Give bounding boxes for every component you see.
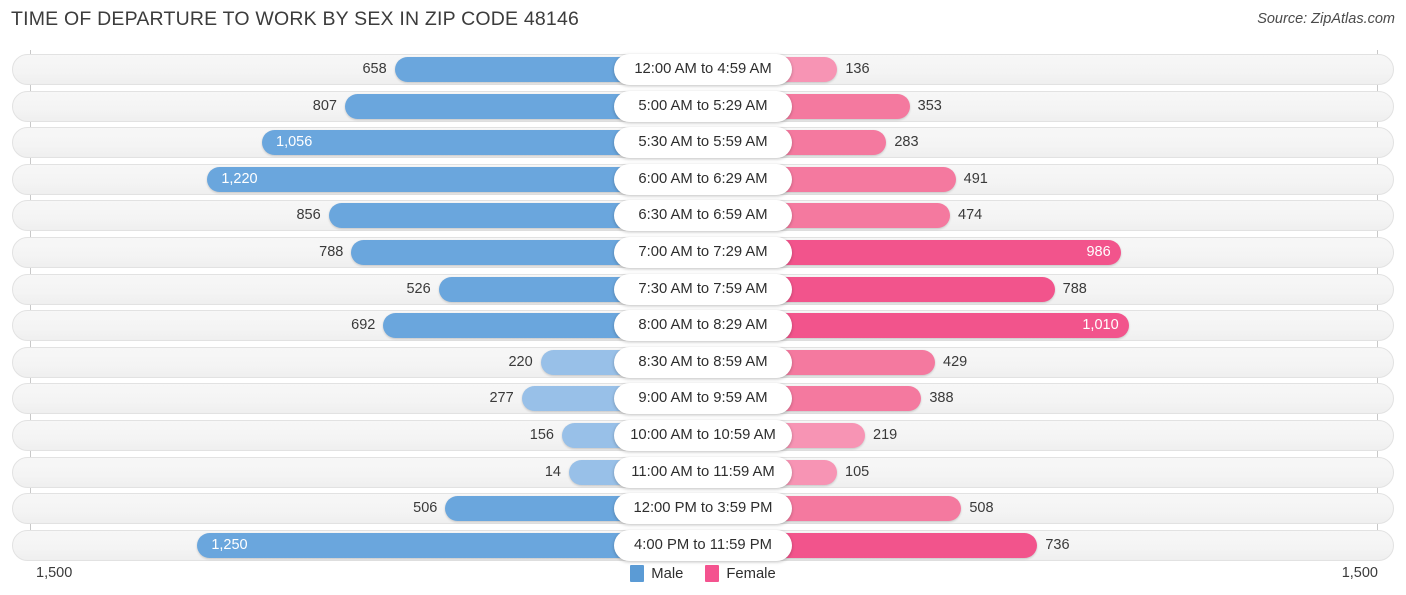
bar-value-female: 219 (873, 426, 898, 443)
category-label: 5:00 AM to 5:29 AM (614, 90, 792, 122)
bar-value-male: 788 (319, 243, 344, 260)
legend: Male Female (0, 565, 1406, 582)
bar-value-male: 14 (544, 463, 561, 480)
chart-row: 526 788 7:30 AM to 7:59 AM (0, 272, 1406, 309)
bar-value-male: 1,250 (211, 536, 248, 553)
chart-row: 14 105 11:00 AM to 11:59 AM (0, 455, 1406, 492)
category-label: 4:00 PM to 11:59 PM (614, 529, 792, 561)
chart-row: 1,220 491 6:00 AM to 6:29 AM (0, 162, 1406, 199)
bar-value-female: 491 (963, 170, 988, 187)
bar-male[interactable] (445, 496, 632, 522)
bar-female[interactable] (774, 349, 935, 375)
page-title: TIME OF DEPARTURE TO WORK BY SEX IN ZIP … (11, 8, 580, 30)
chart-row: 856 474 6:30 AM to 6:59 AM (0, 198, 1406, 235)
chart-row: 788 986 7:00 AM to 7:29 AM (0, 235, 1406, 272)
bar-male[interactable] (351, 239, 632, 265)
bar-male[interactable] (394, 57, 632, 82)
legend-item-female[interactable]: Female (705, 565, 776, 582)
category-label: 6:00 AM to 6:29 AM (614, 163, 792, 195)
category-label: 8:30 AM to 8:59 AM (614, 346, 792, 378)
bar-female[interactable] (774, 93, 910, 119)
bar-value-female: 508 (969, 500, 994, 517)
bar-value-female: 736 (1045, 536, 1070, 553)
bar-female[interactable] (774, 166, 956, 192)
bar-value-male: 277 (489, 390, 514, 407)
bar-male[interactable] (207, 166, 632, 192)
bar-male[interactable] (438, 276, 632, 302)
bar-value-male: 156 (529, 426, 554, 443)
bar-value-female: 105 (845, 463, 870, 480)
bar-value-male: 658 (362, 61, 387, 77)
bar-value-male: 856 (296, 207, 321, 224)
category-label: 7:30 AM to 7:59 AM (614, 273, 792, 305)
chart-row: 1,056 283 5:30 AM to 5:59 AM (0, 125, 1406, 162)
chart-rows: 658 136 12:00 AM to 4:59 AM 807 353 5:00 AM t… (0, 52, 1406, 564)
legend-swatch-male-icon (630, 565, 645, 582)
bar-value-male: 692 (351, 317, 376, 334)
bar-male[interactable] (328, 203, 632, 229)
bar-female[interactable] (774, 203, 950, 229)
chart-row: 220 429 8:30 AM to 8:59 AM (0, 345, 1406, 382)
legend-label-female: Female (726, 565, 776, 582)
chart-row: 807 353 5:00 AM to 5:29 AM (0, 89, 1406, 126)
bar-value-male: 1,056 (276, 134, 313, 151)
bar-value-male: 807 (312, 97, 337, 114)
category-label: 10:00 AM to 10:59 AM (614, 419, 792, 451)
category-label: 7:00 AM to 7:29 AM (614, 236, 792, 268)
bar-male[interactable] (262, 130, 632, 156)
bar-male[interactable] (383, 313, 632, 339)
bar-male[interactable] (197, 532, 632, 558)
chart-row: 506 508 12:00 PM to 3:59 PM (0, 491, 1406, 528)
bar-value-female: 1,010 (1082, 317, 1119, 334)
bar-value-male: 526 (406, 280, 431, 297)
bar-value-female: 136 (845, 61, 870, 77)
bar-value-male: 1,220 (221, 170, 258, 187)
category-label: 12:00 PM to 3:59 PM (614, 493, 792, 525)
chart-row: 277 388 9:00 AM to 9:59 AM (0, 381, 1406, 418)
bar-value-female: 388 (929, 390, 954, 407)
chart-row: 1,250 736 4:00 PM to 11:59 PM (0, 528, 1406, 565)
category-label: 12:00 AM to 4:59 AM (614, 54, 792, 85)
category-label: 9:00 AM to 9:59 AM (614, 383, 792, 415)
category-label: 6:30 AM to 6:59 AM (614, 200, 792, 232)
bar-value-female: 986 (1086, 243, 1111, 260)
chart-row: 658 136 12:00 AM to 4:59 AM (0, 52, 1406, 89)
chart-container: TIME OF DEPARTURE TO WORK BY SEX IN ZIP … (0, 0, 1406, 595)
bar-value-female: 429 (943, 353, 968, 370)
bar-female[interactable] (774, 532, 1038, 558)
bar-value-male: 220 (508, 353, 533, 370)
bar-value-male: 506 (413, 500, 438, 517)
bar-female[interactable] (774, 496, 962, 522)
bar-value-female: 788 (1062, 280, 1087, 297)
bar-value-female: 283 (894, 134, 919, 151)
bar-value-female: 474 (958, 207, 983, 224)
category-label: 5:30 AM to 5:59 AM (614, 127, 792, 159)
category-label: 11:00 AM to 11:59 AM (614, 456, 792, 488)
legend-swatch-female-icon (705, 565, 720, 582)
legend-item-male[interactable]: Male (630, 565, 683, 582)
bar-female[interactable] (774, 276, 1055, 302)
bar-female[interactable] (774, 386, 922, 412)
legend-label-male: Male (651, 565, 684, 582)
bar-value-female: 353 (917, 97, 942, 114)
chart-row: 156 219 10:00 AM to 10:59 AM (0, 418, 1406, 455)
bar-male[interactable] (345, 93, 632, 119)
source-attribution: Source: ZipAtlas.com (1257, 11, 1395, 27)
category-label: 8:00 AM to 8:29 AM (614, 310, 792, 342)
chart-row: 692 1,010 8:00 AM to 8:29 AM (0, 308, 1406, 345)
